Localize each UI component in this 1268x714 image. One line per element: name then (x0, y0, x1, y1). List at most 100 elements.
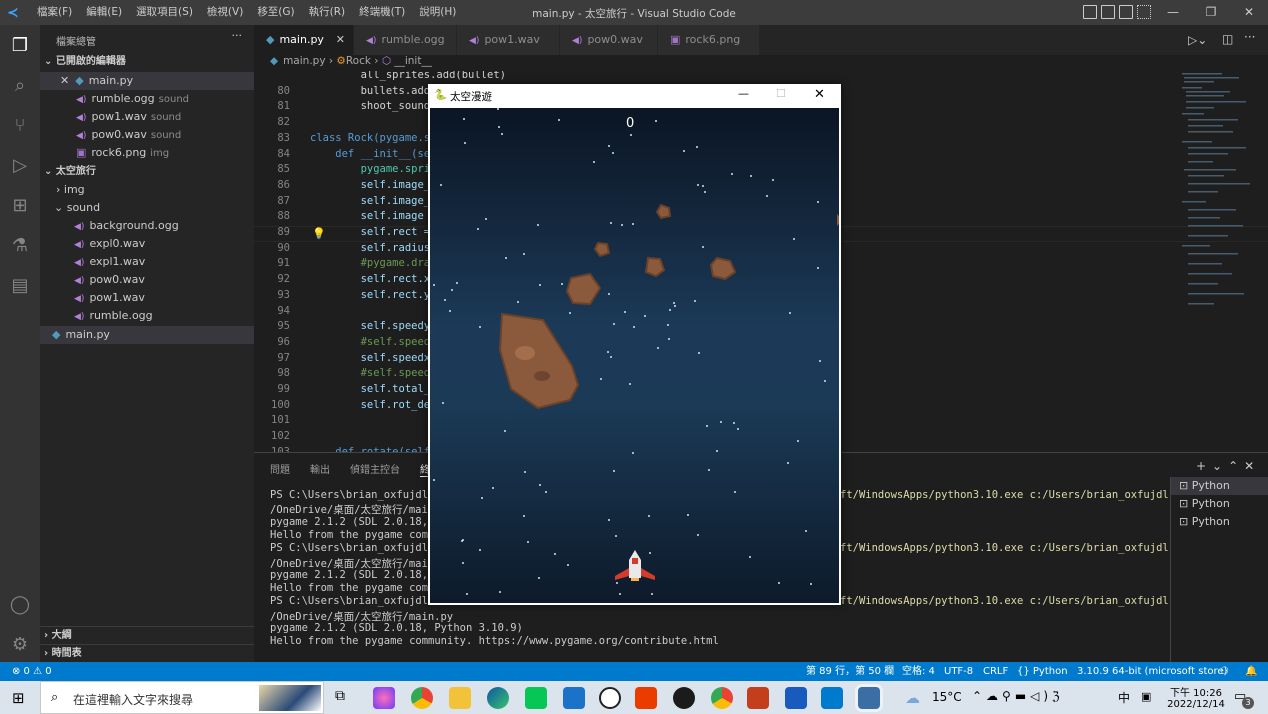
terminal-item[interactable]: ⊡ Python (1171, 477, 1268, 495)
file-item[interactable]: ◀) background.ogg (40, 217, 254, 235)
menu-file[interactable]: 檔案(F) (30, 0, 79, 25)
open-editors-section[interactable]: ⌄ 已開啟的編輯器 (40, 53, 254, 71)
menu-view[interactable]: 檢視(V) (200, 0, 250, 25)
breadcrumb-file[interactable]: main.py (283, 55, 325, 67)
menu-go[interactable]: 移至(G) (250, 0, 301, 25)
line-ending[interactable]: CRLF (983, 662, 1008, 681)
windows-start-icon[interactable]: ⊞ (12, 689, 25, 707)
open-editor-item[interactable]: ◀) pow0.wav sound (40, 126, 254, 144)
app-icon[interactable] (673, 687, 695, 709)
breadcrumb-method[interactable]: __init__ (394, 55, 432, 67)
maximize-panel-icon[interactable]: ⌃ (1228, 459, 1244, 473)
account-icon[interactable]: ◯ (8, 592, 32, 616)
new-terminal-icon[interactable]: +⌄ (1196, 459, 1228, 473)
terminal-item[interactable]: ⊡ Python (1171, 495, 1268, 513)
run-debug-icon[interactable]: ▷ (8, 153, 32, 177)
open-editor-item[interactable]: ▣ rock6.png img (40, 144, 254, 162)
file-explorer-icon[interactable] (449, 687, 471, 709)
file-item[interactable]: ◀) rumble.ogg (40, 307, 254, 325)
tab-main-py[interactable]: ◆ main.py ✕ (254, 25, 354, 55)
mail-icon[interactable] (563, 687, 585, 709)
restore-icon[interactable]: ❐ (1192, 0, 1230, 25)
input-language[interactable]: 中 (1118, 689, 1130, 706)
line-app-icon[interactable] (525, 687, 547, 709)
tab-rumble[interactable]: ◀) rumble.ogg (354, 25, 457, 55)
clock[interactable]: 下午 10:26 2022/12/14 (1166, 684, 1226, 710)
python-interpreter[interactable]: 3.10.9 64-bit (microsoft store) (1077, 662, 1227, 681)
testing-icon[interactable]: ⚗ (8, 233, 32, 257)
project-section[interactable]: ⌄ 太空旅行 (40, 163, 254, 181)
edge-icon[interactable] (487, 687, 509, 709)
breadcrumb-class[interactable]: Rock (346, 55, 371, 67)
tab-output[interactable]: 輸出 (310, 461, 330, 477)
minimap[interactable] (1180, 71, 1256, 311)
close-icon[interactable]: ✕ (814, 87, 825, 102)
menu-terminal[interactable]: 終端機(T) (352, 0, 412, 25)
tab-pow1[interactable]: ◀) pow1.wav (457, 25, 560, 55)
menu-selection[interactable]: 選取項目(S) (129, 0, 200, 25)
language-mode[interactable]: {} Python (1017, 662, 1068, 681)
minimize-icon[interactable]: — (738, 87, 749, 100)
file-item[interactable]: ◀) pow1.wav (40, 289, 254, 307)
source-control-icon[interactable]: ⑂ (8, 113, 32, 137)
remote-explorer-icon[interactable]: ▤ (8, 273, 32, 297)
menu-edit[interactable]: 編輯(E) (79, 0, 129, 25)
open-editor-item[interactable]: ✕ ◆ main.py (40, 72, 254, 90)
word-icon[interactable] (785, 687, 807, 709)
chrome-icon[interactable] (711, 687, 733, 709)
extensions-icon[interactable]: ⊞ (8, 193, 32, 217)
problems-indicator[interactable]: ⊗ 0 ⚠ 0 (12, 662, 52, 681)
folder-sound[interactable]: ⌄ sound (40, 199, 254, 217)
cursor-position[interactable]: 第 89 行，第 50 欄 (806, 662, 894, 681)
powerpoint-icon[interactable] (747, 687, 769, 709)
tab-debug-console[interactable]: 偵錯主控台 (350, 461, 400, 477)
close-icon[interactable]: ✕ (60, 74, 69, 87)
app-icon[interactable] (373, 687, 395, 709)
file-item[interactable]: ◀) expl1.wav (40, 253, 254, 271)
run-file-icon[interactable]: ▷⌄ (1188, 33, 1207, 47)
feedback-icon[interactable]: ⚇ (1220, 662, 1229, 681)
vscode-taskbar-icon[interactable] (821, 687, 843, 709)
tab-problems[interactable]: 問題 (270, 461, 290, 477)
split-editor-icon[interactable]: ◫ (1222, 32, 1233, 46)
timeline-section[interactable]: › 時間表 (40, 644, 254, 662)
chrome-icon[interactable] (411, 687, 433, 709)
dell-icon[interactable] (599, 687, 621, 709)
toggle-secondary-sidebar-icon[interactable] (1119, 5, 1133, 19)
folder-img[interactable]: › img (40, 181, 254, 199)
more-actions-icon[interactable]: ··· (232, 29, 243, 42)
customize-layout-icon[interactable] (1137, 5, 1151, 19)
explorer-icon[interactable]: ❐ (8, 33, 32, 57)
file-item[interactable]: ◀) expl0.wav (40, 235, 254, 253)
terminal-item[interactable]: ⊡ Python (1171, 513, 1268, 531)
settings-gear-icon[interactable]: ⚙ (8, 632, 32, 656)
tab-rock6[interactable]: ▣ rock6.png (658, 25, 760, 55)
ime-icon[interactable]: ▣ (1141, 690, 1151, 703)
encoding[interactable]: UTF-8 (944, 662, 973, 681)
python-taskbar-icon[interactable] (858, 687, 880, 709)
taskbar-search[interactable]: ⌕ 在這裡輸入文字來搜尋 (40, 681, 324, 714)
tray-icons[interactable]: ⌃☁⚲▬◁)ℨ (972, 689, 1064, 703)
menu-help[interactable]: 說明(H) (412, 0, 463, 25)
office-icon[interactable] (635, 687, 657, 709)
toggle-panel-icon[interactable] (1101, 5, 1115, 19)
temperature[interactable]: 15°C (932, 690, 962, 704)
minimize-icon[interactable]: — (1154, 0, 1192, 25)
search-icon[interactable]: ⌕ (8, 73, 32, 97)
open-editor-item[interactable]: ◀) pow1.wav sound (40, 108, 254, 126)
game-canvas[interactable]: 0 (430, 108, 839, 603)
close-icon[interactable]: ✕ (336, 25, 345, 55)
close-panel-icon[interactable]: ✕ (1244, 459, 1260, 473)
task-view-icon[interactable]: ⧉ (335, 688, 345, 704)
file-item[interactable]: ◀) pow0.wav (40, 271, 254, 289)
toggle-sidebar-icon[interactable] (1083, 5, 1097, 19)
maximize-icon[interactable]: ☐ (776, 87, 786, 100)
indentation[interactable]: 空格: 4 (902, 662, 935, 681)
outline-section[interactable]: › 大綱 (40, 626, 254, 644)
tab-pow0[interactable]: ◀) pow0.wav (560, 25, 658, 55)
close-icon[interactable]: ✕ (1230, 0, 1268, 25)
open-editor-item[interactable]: ◀) rumble.ogg sound (40, 90, 254, 108)
bell-icon[interactable]: 🔔 (1245, 662, 1257, 681)
menu-run[interactable]: 執行(R) (302, 0, 353, 25)
weather-icon[interactable]: ☁ (905, 689, 920, 707)
